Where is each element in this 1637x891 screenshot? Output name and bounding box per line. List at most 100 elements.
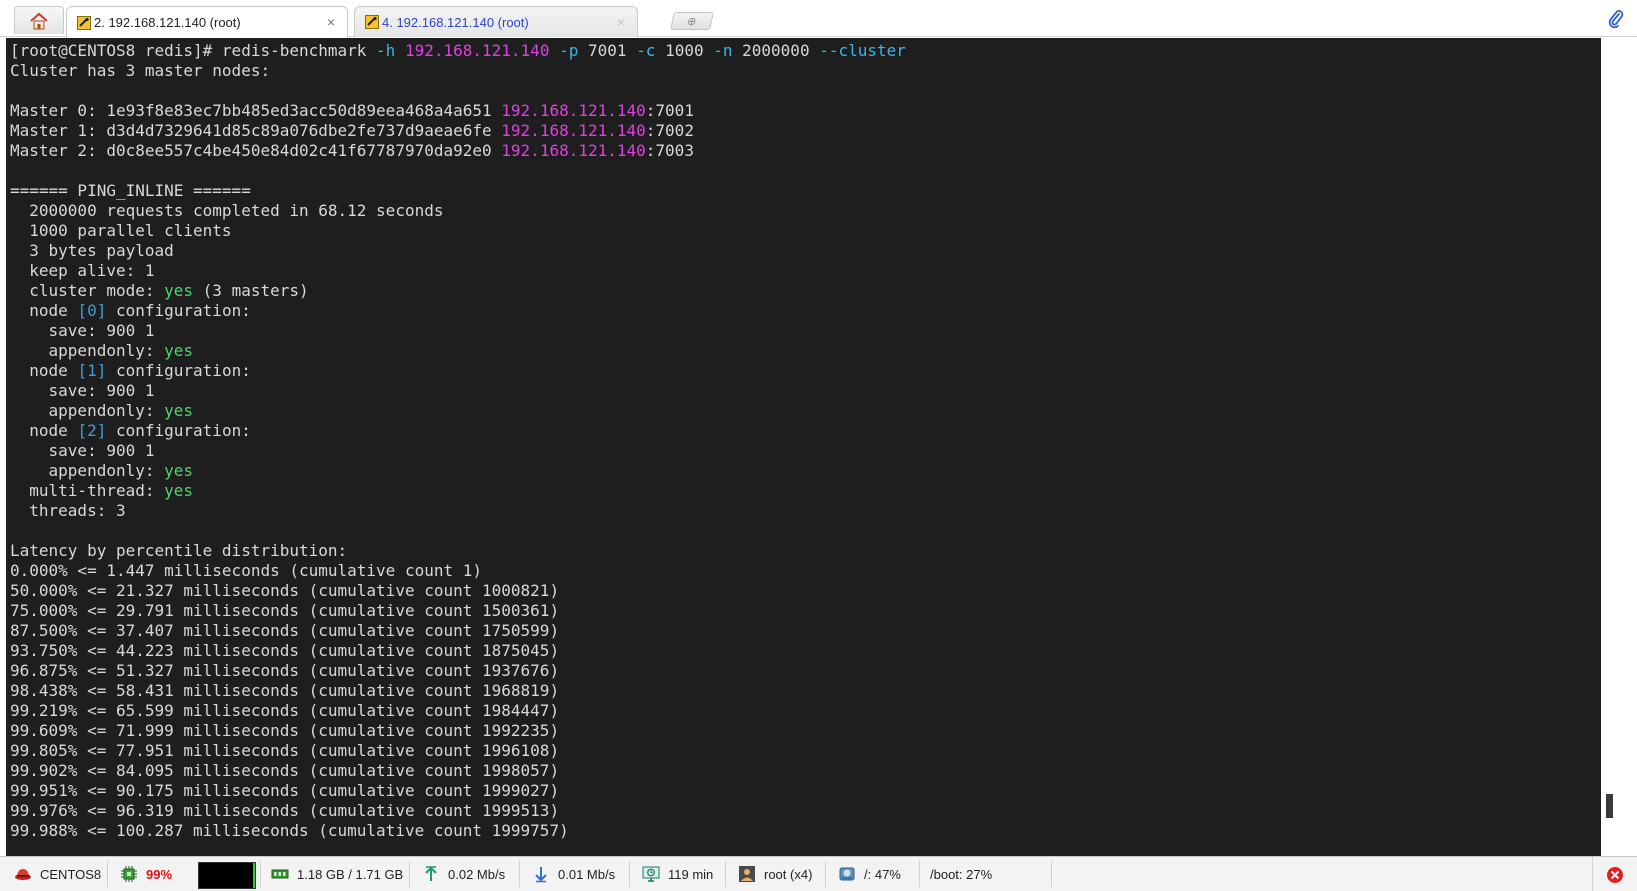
terminal-text-segment: save: 900 1 <box>10 321 155 340</box>
host-name: CENTOS8 <box>40 866 102 882</box>
close-icon <box>1607 866 1623 883</box>
terminal-text-segment: yes <box>164 461 194 480</box>
terminal-line: Master 2: d0c8ee557c4be450e84d02c41f6778… <box>10 141 1619 161</box>
terminal-line: appendonly: yes <box>10 461 1619 481</box>
terminal-text-segment: threads: 3 <box>10 501 126 520</box>
terminal-text-segment: 1000 parallel clients <box>10 221 232 240</box>
terminal-text-segment: Master 1: d3d4d7329641d85c89a076dbe2fe73… <box>10 121 502 140</box>
terminal-text-segment: (3 masters) <box>193 281 309 300</box>
terminal-text-segment: 192.168.121.140 <box>501 141 646 160</box>
terminal-text-segment: 7001 <box>587 41 637 60</box>
terminal-line: Master 0: 1e93f8e83ec7bb485ed3acc50d89ee… <box>10 101 1619 121</box>
terminal-text-segment: 99.219% <= 65.599 milliseconds (cumulati… <box>10 701 560 720</box>
cpu-graph <box>198 862 256 889</box>
terminal-text: [root@CENTOS8 redis]# redis-benchmark -h… <box>6 38 1619 841</box>
terminal-text-segment: yes <box>164 401 194 420</box>
terminal-text-segment: [0] <box>77 301 107 320</box>
terminal-text-segment: [1] <box>77 361 107 380</box>
tab-bar: 2. 192.168.121.140 (root) × 4. 192.168.1… <box>0 0 1637 38</box>
terminal-text-segment: keep alive: 1 <box>10 261 155 280</box>
redhat-icon <box>15 869 31 880</box>
terminal-text-segment: [root@CENTOS8 redis]# redis-benchmark <box>10 41 377 60</box>
status-users[interactable]: root (x4) <box>728 861 826 887</box>
terminal-line: multi-thread: yes <box>10 481 1619 501</box>
terminal-line: Cluster has 3 master nodes: <box>10 61 1619 81</box>
monitor-clock-icon <box>642 866 660 882</box>
terminal-text-segment: node <box>10 421 78 440</box>
scrollbar-thumb[interactable] <box>1606 794 1613 818</box>
terminal-line: 0.000% <= 1.447 milliseconds (cumulative… <box>10 561 1619 581</box>
status-download[interactable]: 0.01 Mb/s <box>522 861 630 887</box>
status-disk-root[interactable]: /: 47% <box>828 861 920 887</box>
terminal-line: 50.000% <= 21.327 milliseconds (cumulati… <box>10 581 1619 601</box>
terminal-text-segment: -h <box>376 41 405 60</box>
status-host[interactable]: CENTOS8 <box>4 861 108 887</box>
terminal-text-segment: -n <box>713 41 743 60</box>
terminal-text-segment: node <box>10 301 78 320</box>
terminal-text-segment: save: 900 1 <box>10 381 155 400</box>
terminal-text-segment: 87.500% <= 37.407 milliseconds (cumulati… <box>10 621 560 640</box>
terminal-text-segment: node <box>10 361 78 380</box>
terminal-text-segment: Master 0: 1e93f8e83ec7bb485ed3acc50d89ee… <box>10 101 502 120</box>
terminal-line: 99.951% <= 90.175 milliseconds (cumulati… <box>10 781 1619 801</box>
terminal-text-segment: 192.168.121.140 <box>501 101 646 120</box>
terminal-text-segment: appendonly: <box>10 341 165 360</box>
terminal-text-segment: configuration: <box>106 421 251 440</box>
terminal-text-segment: 3 bytes payload <box>10 241 174 260</box>
terminal-line: threads: 3 <box>10 501 1619 521</box>
terminal-text-segment: 192.168.121.140 <box>404 41 560 60</box>
terminal-line: 98.438% <= 58.431 milliseconds (cumulati… <box>10 681 1619 701</box>
terminal-line: 1000 parallel clients <box>10 221 1619 241</box>
cpu-graph-bar <box>253 863 255 888</box>
status-uptime[interactable]: 119 min <box>632 861 726 887</box>
terminal-line: 93.750% <= 44.223 milliseconds (cumulati… <box>10 641 1619 661</box>
tab-session-4[interactable]: 4. 192.168.121.140 (root) × <box>354 6 638 37</box>
terminal-line: ====== PING_INLINE ====== <box>10 181 1619 201</box>
user-icon <box>739 866 755 882</box>
uptime-value: 119 min <box>668 866 714 882</box>
terminal-scrollbar[interactable] <box>1601 38 1619 856</box>
terminal-text-segment: configuration: <box>106 301 251 320</box>
cpu-icon <box>121 866 137 882</box>
terminal-line: save: 900 1 <box>10 321 1619 341</box>
terminal-line: 87.500% <= 37.407 milliseconds (cumulati… <box>10 621 1619 641</box>
paperclip-icon[interactable] <box>1607 9 1625 29</box>
terminal-text-segment: appendonly: <box>10 401 165 420</box>
terminal-line: 99.988% <= 100.287 milliseconds (cumulat… <box>10 821 1619 841</box>
terminal-line: 99.805% <= 77.951 milliseconds (cumulati… <box>10 741 1619 761</box>
terminal-output[interactable]: [root@CENTOS8 redis]# redis-benchmark -h… <box>6 38 1619 856</box>
tab-session-2[interactable]: 2. 192.168.121.140 (root) × <box>66 6 348 38</box>
terminal-line: 99.219% <= 65.599 milliseconds (cumulati… <box>10 701 1619 721</box>
terminal-line: node [0] configuration: <box>10 301 1619 321</box>
close-tab-icon[interactable]: × <box>327 14 335 30</box>
terminal-line: 99.609% <= 71.999 milliseconds (cumulati… <box>10 721 1619 741</box>
terminal-text-segment: 2000000 requests completed in 68.12 seco… <box>10 201 444 220</box>
terminal-text-segment: 1000 <box>665 41 714 60</box>
terminal-line: [root@CENTOS8 redis]# redis-benchmark -h… <box>10 41 1619 61</box>
terminal-line: save: 900 1 <box>10 441 1619 461</box>
new-tab-button[interactable]: ⊕ <box>670 12 714 30</box>
download-speed: 0.01 Mb/s <box>558 866 616 882</box>
terminal-text-segment: 0.000% <= 1.447 milliseconds (cumulative… <box>10 561 483 580</box>
status-upload[interactable]: 0.02 Mb/s <box>412 861 520 887</box>
terminal-text-segment: appendonly: <box>10 461 165 480</box>
memory-usage: 1.18 GB / 1.71 GB <box>297 866 404 882</box>
disk-root-usage: /: 47% <box>864 866 901 882</box>
terminal-text-segment: 50.000% <= 21.327 milliseconds (cumulati… <box>10 581 560 600</box>
terminal-line: 99.902% <= 84.095 milliseconds (cumulati… <box>10 761 1619 781</box>
cpu-usage: 99% <box>146 866 173 882</box>
terminal-line: 3 bytes payload <box>10 241 1619 261</box>
terminal-line: node [2] configuration: <box>10 421 1619 441</box>
status-cpu[interactable]: 99% <box>110 861 196 887</box>
download-arrow-icon <box>535 867 547 883</box>
close-tab-icon[interactable]: × <box>617 14 625 30</box>
terminal-line: 75.000% <= 29.791 milliseconds (cumulati… <box>10 601 1619 621</box>
status-memory[interactable]: 1.18 GB / 1.71 GB <box>260 861 410 887</box>
home-button[interactable] <box>14 6 64 34</box>
status-disk-boot[interactable]: /boot: 27% <box>922 861 1052 887</box>
memory-icon <box>271 869 289 879</box>
terminal-text-segment: multi-thread: <box>10 481 165 500</box>
terminal-line: 2000000 requests completed in 68.12 seco… <box>10 201 1619 221</box>
close-session-button[interactable] <box>1592 857 1637 891</box>
